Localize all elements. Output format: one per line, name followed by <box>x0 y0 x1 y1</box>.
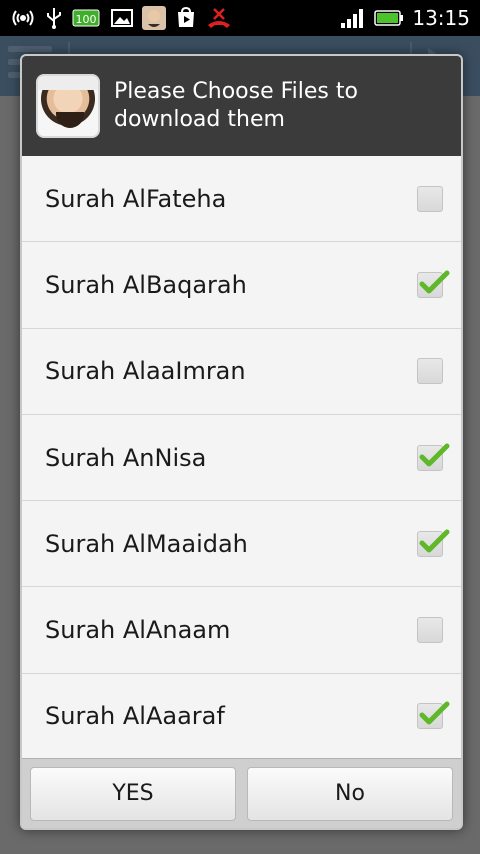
choose-files-dialog: Please Choose Files to download them Sur… <box>20 54 463 830</box>
list-item[interactable]: Surah AlaaImran <box>22 329 461 415</box>
list-item[interactable]: Surah AlFateha <box>22 156 461 243</box>
dialog-title: Please Choose Files to download them <box>114 79 358 132</box>
checkbox-checked[interactable] <box>417 701 450 730</box>
battery-icon <box>374 6 404 30</box>
battery-level-text: 100 <box>76 13 97 26</box>
dialog-header: Please Choose Files to download them <box>22 56 461 156</box>
checkbox-unchecked[interactable] <box>417 185 443 212</box>
list-item[interactable]: Surah AlAnaam <box>22 587 461 674</box>
checkbox-unchecked[interactable] <box>417 358 443 385</box>
list-item[interactable]: Surah AnNisa <box>22 415 461 502</box>
list-item-label: Surah AlMaaidah <box>45 529 248 558</box>
checkbox-unchecked[interactable] <box>417 617 443 644</box>
list-item-label: Surah AlBaqarah <box>45 270 247 299</box>
yes-button[interactable]: YES <box>30 766 236 821</box>
clock: 13:15 <box>412 6 470 30</box>
dialog-footer: YES No <box>22 758 461 828</box>
list-item[interactable]: Surah AlAaaraf <box>22 674 461 761</box>
no-button[interactable]: No <box>247 766 453 821</box>
checkbox-checked[interactable] <box>417 270 450 298</box>
list-item-label: Surah AlAnaam <box>45 616 231 645</box>
wireless-hotspot-icon <box>10 6 36 30</box>
status-bar: 100 13:15 <box>0 0 480 36</box>
file-list: Surah AlFateha Surah AlBaqarah Surah AlaaI… <box>22 156 461 761</box>
list-item-label: Surah AlaaImran <box>45 357 246 386</box>
battery-100-icon: 100 <box>72 6 102 30</box>
missed-call-icon <box>206 6 232 30</box>
usb-icon <box>45 6 63 30</box>
reciter-avatar <box>36 74 100 138</box>
signal-strength-icon <box>340 6 366 30</box>
list-item-label: Surah AlFateha <box>45 184 227 213</box>
list-item-label: Surah AnNisa <box>45 443 207 472</box>
play-store-icon <box>175 6 197 30</box>
checkbox-checked[interactable] <box>417 443 450 471</box>
avatar-icon <box>142 6 166 30</box>
checkbox-checked[interactable] <box>417 529 450 557</box>
list-item[interactable]: Surah AlMaaidah <box>22 501 461 588</box>
list-item-label: Surah AlAaaraf <box>45 702 225 731</box>
list-item[interactable]: Surah AlBaqarah <box>22 242 461 329</box>
image-icon <box>111 6 133 30</box>
